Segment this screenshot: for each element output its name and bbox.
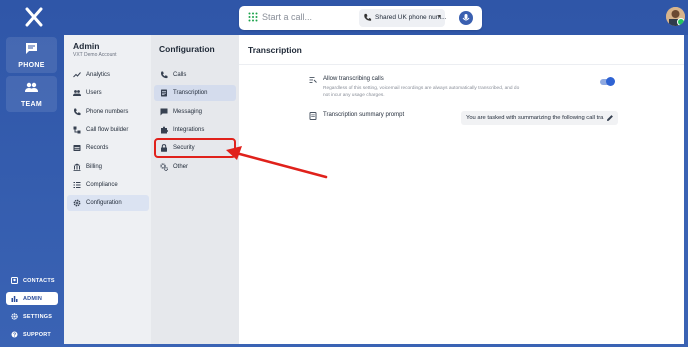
online-status-dot xyxy=(677,18,685,26)
admin-title: Admin xyxy=(73,41,100,51)
user-avatar[interactable] xyxy=(666,7,685,26)
message-icon xyxy=(26,43,37,54)
config-nav-label: Integrations xyxy=(173,127,205,133)
gears-icon xyxy=(160,163,168,171)
admin-nav-label: Configuration xyxy=(86,200,122,206)
admin-nav-label: Records xyxy=(86,145,109,151)
admin-nav-label: Billing xyxy=(86,164,103,170)
contacts-icon xyxy=(11,277,18,284)
analytics-icon xyxy=(73,72,81,78)
config-nav-transcription[interactable]: Transcription xyxy=(154,85,236,101)
config-nav-messaging[interactable]: Messaging xyxy=(154,104,236,120)
gear-icon xyxy=(73,199,81,207)
rail-settings-button[interactable]: SETTINGS xyxy=(6,310,58,323)
compliance-icon xyxy=(73,182,81,188)
phone-number-label: Shared UK phone num... xyxy=(375,14,447,21)
rail-admin-label: ADMIN xyxy=(23,295,43,302)
allow-transcribing-description: Regardless of this setting, voicemail re… xyxy=(323,86,520,98)
admin-nav-compliance[interactable]: Compliance xyxy=(67,177,149,193)
dialpad-icon[interactable] xyxy=(248,12,258,22)
users-icon xyxy=(73,90,81,96)
config-nav-label: Other xyxy=(173,164,189,170)
records-icon xyxy=(73,145,81,151)
summary-prompt-value: You are tasked with summarizing the foll… xyxy=(466,115,604,121)
main-panel: Transcription Allow transcribing calls R… xyxy=(239,35,684,344)
allow-transcribing-toggle[interactable] xyxy=(600,77,615,86)
admin-nav-label: Users xyxy=(86,90,102,96)
voice-button[interactable] xyxy=(459,11,473,25)
summary-prompt-field[interactable]: You are tasked with summarizing the foll… xyxy=(461,111,618,125)
config-nav-label: Calls xyxy=(173,72,187,78)
config-nav-label: Messaging xyxy=(173,109,203,115)
toggle-knob xyxy=(606,77,615,86)
call-bar: Start a call... Shared UK phone num... ▾ xyxy=(239,6,482,30)
rail-admin-button[interactable]: ADMIN xyxy=(6,292,58,305)
rail-contacts-label: CONTACTS xyxy=(23,277,55,284)
phone-icon xyxy=(364,13,372,21)
rail-phone-label: PHONE xyxy=(18,62,45,69)
chevron-down-icon: ▾ xyxy=(437,14,441,20)
config-nav-calls[interactable]: Calls xyxy=(154,67,236,83)
account-name: VXT Demo Account xyxy=(73,52,117,58)
configuration-panel: Configuration Calls Transcription Messag… xyxy=(151,35,239,344)
admin-nav-label: Analytics xyxy=(86,72,111,78)
gear-icon xyxy=(11,313,18,320)
phone-icon xyxy=(73,108,81,116)
phone-icon xyxy=(160,71,168,79)
call-input[interactable]: Start a call... xyxy=(262,12,312,22)
svg-text:?: ? xyxy=(13,333,16,339)
phone-number-select[interactable]: Shared UK phone num... ▾ xyxy=(359,9,447,27)
transcribe-toggle-icon xyxy=(309,77,317,83)
puzzle-icon xyxy=(161,126,168,134)
rail-contacts-button[interactable]: CONTACTS xyxy=(6,274,58,287)
right-edge xyxy=(684,35,688,344)
admin-nav-phone-numbers[interactable]: Phone numbers xyxy=(67,104,149,120)
billing-icon xyxy=(73,163,81,171)
transcript-icon xyxy=(161,89,167,97)
team-icon xyxy=(25,82,38,92)
summary-prompt-icon xyxy=(309,112,317,120)
rail-support-label: SUPPORT xyxy=(23,331,51,338)
vxt-logo[interactable] xyxy=(24,7,44,27)
rail-team-button[interactable]: TEAM xyxy=(6,76,57,112)
page-title: Transcription xyxy=(248,45,302,55)
admin-nav-label: Call flow builder xyxy=(86,127,129,133)
admin-nav-label: Phone numbers xyxy=(86,109,129,115)
rail-settings-label: SETTINGS xyxy=(23,313,53,320)
edit-pencil-icon[interactable] xyxy=(606,114,614,122)
config-nav-label: Transcription xyxy=(173,90,208,96)
call-flow-icon xyxy=(73,126,81,134)
rail-support-button[interactable]: ? SUPPORT xyxy=(6,328,58,341)
admin-nav-analytics[interactable]: Analytics xyxy=(67,67,149,83)
admin-nav-configuration[interactable]: Configuration xyxy=(67,195,149,211)
voice-icon xyxy=(462,14,470,21)
help-icon: ? xyxy=(11,331,18,338)
message-icon xyxy=(160,108,168,116)
summary-prompt-title: Transcription summary prompt xyxy=(323,112,405,118)
annotation-arrow-icon xyxy=(226,146,328,179)
admin-nav-call-flow-builder[interactable]: Call flow builder xyxy=(67,122,149,138)
config-nav-integrations[interactable]: Integrations xyxy=(154,122,236,138)
main-header: Transcription xyxy=(239,35,684,65)
configuration-title: Configuration xyxy=(159,44,215,54)
admin-chart-icon xyxy=(11,296,18,302)
rail-team-label: TEAM xyxy=(20,101,43,108)
allow-transcribing-title: Allow transcribing calls xyxy=(323,76,384,82)
rail-phone-button[interactable]: PHONE xyxy=(6,37,57,73)
admin-nav-billing[interactable]: Billing xyxy=(67,159,149,175)
admin-nav-label: Compliance xyxy=(86,182,118,188)
admin-nav-records[interactable]: Records xyxy=(67,140,149,156)
admin-nav-users[interactable]: Users xyxy=(67,85,149,101)
admin-panel: Admin VXT Demo Account Analytics Users P… xyxy=(64,35,151,344)
